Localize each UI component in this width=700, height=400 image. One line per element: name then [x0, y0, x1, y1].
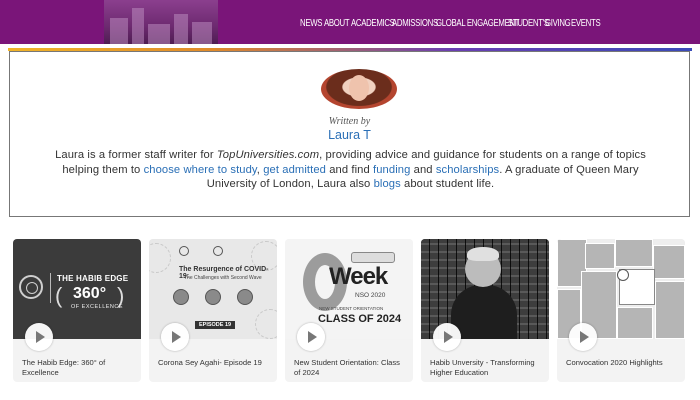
header-image: [104, 0, 218, 44]
main-nav: NEWS ABOUT ACADEMICS ADMISSIONS GLOBAL E…: [300, 0, 601, 44]
episode-badge: EPISODE 19: [195, 321, 236, 329]
nav-giving[interactable]: GIVING: [545, 18, 571, 29]
author-card: Written by Laura T Laura is a former sta…: [9, 51, 690, 217]
link-choose-where-to-study[interactable]: choose where to study: [144, 164, 257, 176]
link-blogs[interactable]: blogs: [374, 178, 401, 190]
speaker-figure: [451, 285, 517, 339]
play-icon[interactable]: [25, 323, 53, 351]
play-icon[interactable]: [297, 323, 325, 351]
site-name: TopUniversities.com: [216, 149, 320, 161]
speaker-photo: [205, 289, 221, 305]
nav-global-engagement[interactable]: GLOBAL ENGAGEMENT: [436, 18, 520, 29]
speaker-photo: [237, 289, 253, 305]
university-seal-icon: [617, 269, 629, 281]
nav-academics[interactable]: ACADEMICS: [351, 18, 395, 29]
video-card[interactable]: Week NSO 2020 NEW STUDENT ORIENTATION CL…: [285, 239, 413, 382]
link-get-admitted[interactable]: get admitted: [263, 164, 326, 176]
nav-about[interactable]: ABOUT: [324, 18, 350, 29]
video-carousel: THE HABIB EDGE ( 360° ) OF EXCELLENCE Th…: [13, 239, 687, 382]
video-card[interactable]: The Resurgence of COVID-19: The Challeng…: [149, 239, 277, 382]
video-card[interactable]: Convocation 2020 Highlights: [557, 239, 685, 382]
university-seal-icon: [19, 275, 43, 299]
play-icon[interactable]: [433, 323, 461, 351]
video-title[interactable]: Habib Unversity - Transforming Higher Ed…: [430, 358, 542, 377]
link-funding[interactable]: funding: [373, 164, 410, 176]
video-title[interactable]: New Student Orientation: Class of 2024: [294, 358, 406, 377]
habib-logo-icon: [213, 246, 223, 256]
speaker-photo: [173, 289, 189, 305]
written-by-label: Written by: [328, 116, 371, 127]
author-bio: Laura is a former staff writer for TopUn…: [55, 149, 646, 190]
video-title[interactable]: Convocation 2020 Highlights: [566, 358, 678, 368]
video-title[interactable]: Corona Sey Agahi- Episode 19: [158, 358, 270, 368]
logo-icon: [179, 246, 189, 256]
author-avatar: [321, 69, 397, 109]
video-card[interactable]: THE HABIB EDGE ( 360° ) OF EXCELLENCE Th…: [13, 239, 141, 382]
top-navigation-bar: NEWS ABOUT ACADEMICS ADMISSIONS GLOBAL E…: [0, 0, 700, 44]
nav-news[interactable]: NEWS: [300, 18, 322, 29]
link-scholarships[interactable]: scholarships: [436, 164, 499, 176]
author-name-link[interactable]: Laura T: [10, 128, 689, 142]
video-title[interactable]: The Habib Edge: 360° of Excellence: [22, 358, 134, 377]
habib-logo-icon: [351, 252, 395, 263]
nav-students[interactable]: STUDENT'S: [508, 18, 549, 29]
nav-events[interactable]: EVENTS: [571, 18, 601, 29]
play-icon[interactable]: [569, 323, 597, 351]
video-card[interactable]: Habib Unversity - Transforming Higher Ed…: [421, 239, 549, 382]
nav-admissions[interactable]: ADMISSIONS: [392, 18, 438, 29]
play-icon[interactable]: [161, 323, 189, 351]
